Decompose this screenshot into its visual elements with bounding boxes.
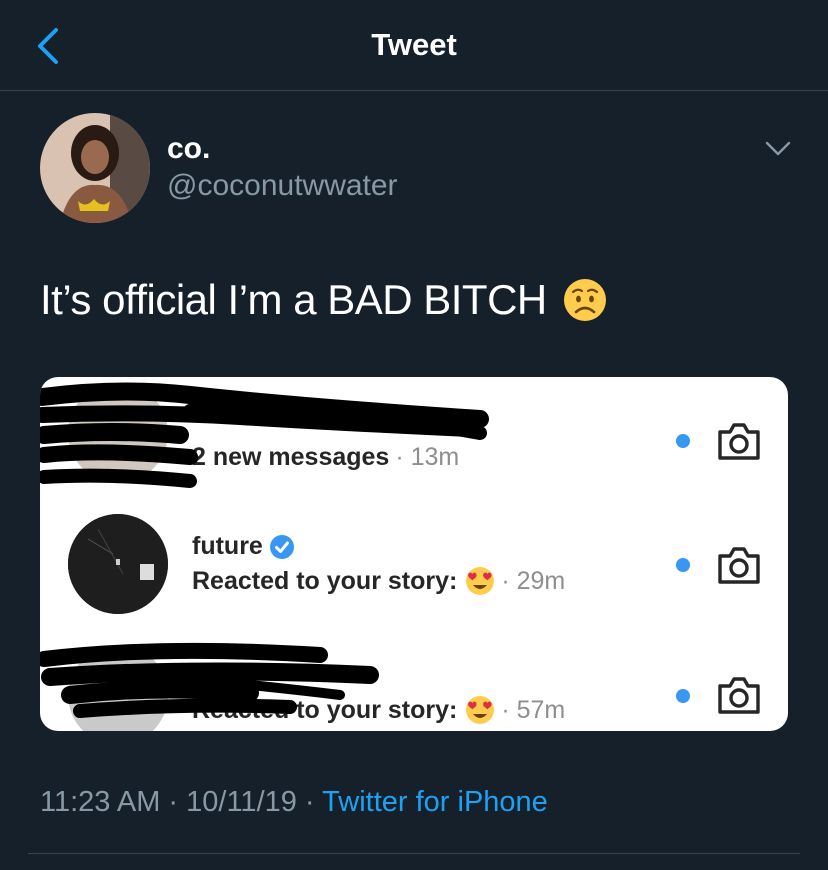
camera-icon[interactable] [716, 675, 762, 715]
dm-avatar [68, 514, 168, 614]
page-title: Tweet [371, 27, 457, 62]
dm-subtitle: 2 new messages · 13m [192, 443, 460, 471]
chevron-down-icon[interactable] [765, 140, 791, 158]
attached-photo[interactable]: 2 new messages · 13m future Reacted to y… [40, 377, 788, 731]
camera-icon[interactable] [716, 421, 762, 461]
avatar[interactable] [40, 113, 150, 223]
unread-dot [676, 558, 690, 572]
user-handle[interactable]: @coconutwwater [167, 169, 398, 203]
camera-icon[interactable] [716, 545, 762, 585]
heart-eyes-emoji-icon [466, 567, 495, 595]
heart-eyes-emoji-icon [466, 696, 495, 724]
tweet-timestamp: 11:23 AM · 10/11/19 · [40, 786, 323, 818]
dm-row: future Reacted to your story: · 29m [40, 514, 788, 614]
divider [28, 853, 800, 854]
dm-subtitle: Reacted to your story: · 29m [192, 566, 566, 595]
worried-face-emoji-icon [563, 279, 606, 321]
tweet-source-link[interactable]: Twitter for iPhone [322, 786, 548, 818]
unread-dot [676, 689, 690, 703]
display-name[interactable]: co. [167, 132, 210, 166]
dm-row: 2 new messages · 13m [40, 383, 788, 483]
dm-avatar [68, 383, 168, 483]
verified-badge-icon [269, 534, 294, 559]
dm-subtitle: Reacted to your story: · 57m [192, 695, 566, 724]
dm-username: future [192, 532, 295, 561]
dm-row: Reacted to your story: · 57m [40, 645, 788, 731]
tweet-text: It’s official I’m a BAD BITCH [40, 276, 607, 324]
tweet-meta: 11:23 AM · 10/11/19 · Twitter for iPhone [40, 786, 548, 819]
unread-dot [676, 434, 690, 448]
dm-avatar [68, 645, 168, 731]
tweet-text-content: It’s official I’m a BAD BITCH [40, 276, 547, 323]
top-bar: Tweet [0, 0, 828, 91]
